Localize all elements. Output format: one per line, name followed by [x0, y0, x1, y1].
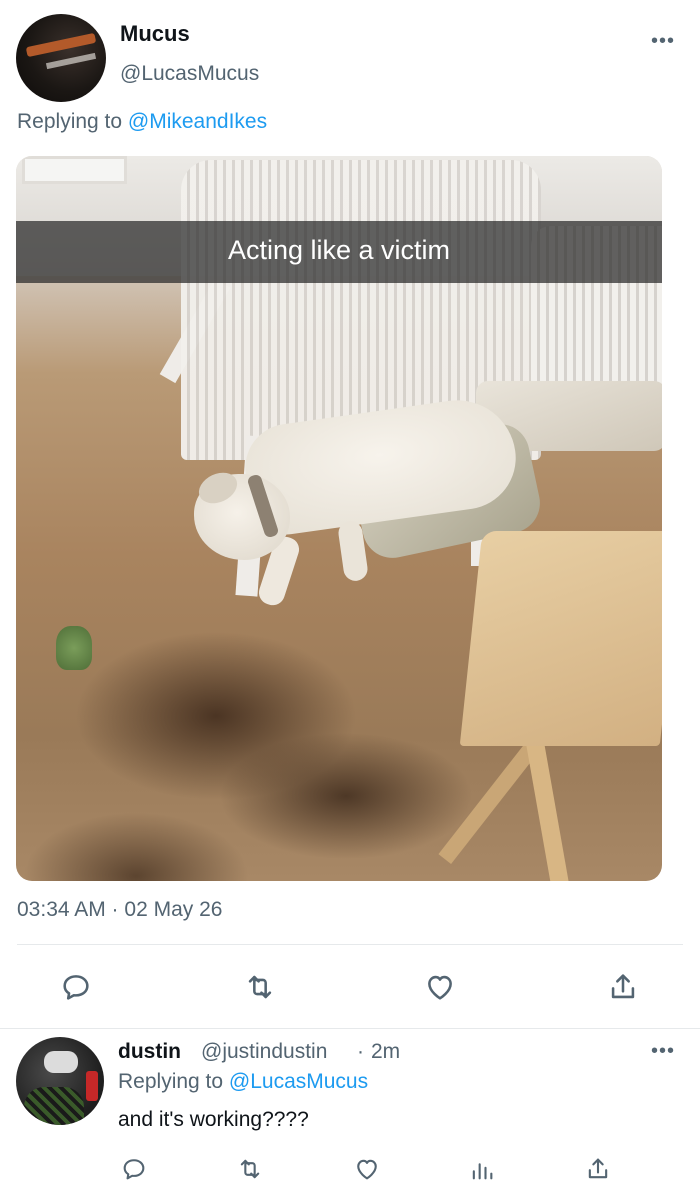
reply-icon[interactable]	[120, 1155, 154, 1189]
divider	[0, 1028, 700, 1029]
author-display-name[interactable]: Mucus	[120, 21, 190, 47]
tweet-timestamp[interactable]: 03:34 AM · 02 May 26	[17, 898, 222, 922]
reply-relative-time[interactable]: 2m	[371, 1040, 400, 1064]
replying-to-label: Replying to	[118, 1070, 224, 1093]
retweet-icon[interactable]	[243, 970, 277, 1004]
divider	[17, 944, 683, 945]
share-icon[interactable]	[606, 970, 640, 1004]
like-icon[interactable]	[353, 1155, 387, 1189]
replying-to-line: Replying to @MikeandIkes	[17, 110, 267, 134]
like-icon[interactable]	[423, 970, 457, 1004]
replying-to-label: Replying to	[17, 110, 123, 133]
analytics-icon[interactable]	[468, 1155, 502, 1189]
tweet-photo[interactable]: Acting like a victim	[16, 156, 662, 881]
more-options-icon[interactable]: •••	[651, 1040, 675, 1063]
reply-text: and it's working????	[118, 1108, 309, 1131]
reply-icon[interactable]	[59, 970, 93, 1004]
replying-to-mention[interactable]: @MikeandIkes	[128, 110, 267, 133]
avatar[interactable]	[16, 1037, 104, 1125]
retweet-icon[interactable]	[236, 1155, 270, 1189]
replying-to-line: Replying to @LucasMucus	[118, 1070, 368, 1094]
separator-dot: ·	[357, 1040, 364, 1063]
avatar[interactable]	[16, 14, 106, 102]
reply-author-display-name[interactable]: dustin	[118, 1040, 181, 1064]
reply-author-handle[interactable]: @justindustin	[201, 1040, 327, 1064]
share-icon[interactable]	[584, 1155, 618, 1189]
image-caption: Acting like a victim	[227, 235, 451, 265]
more-options-icon[interactable]: •••	[651, 30, 675, 53]
author-handle[interactable]: @LucasMucus	[120, 62, 259, 86]
replying-to-mention[interactable]: @LucasMucus	[229, 1070, 368, 1093]
